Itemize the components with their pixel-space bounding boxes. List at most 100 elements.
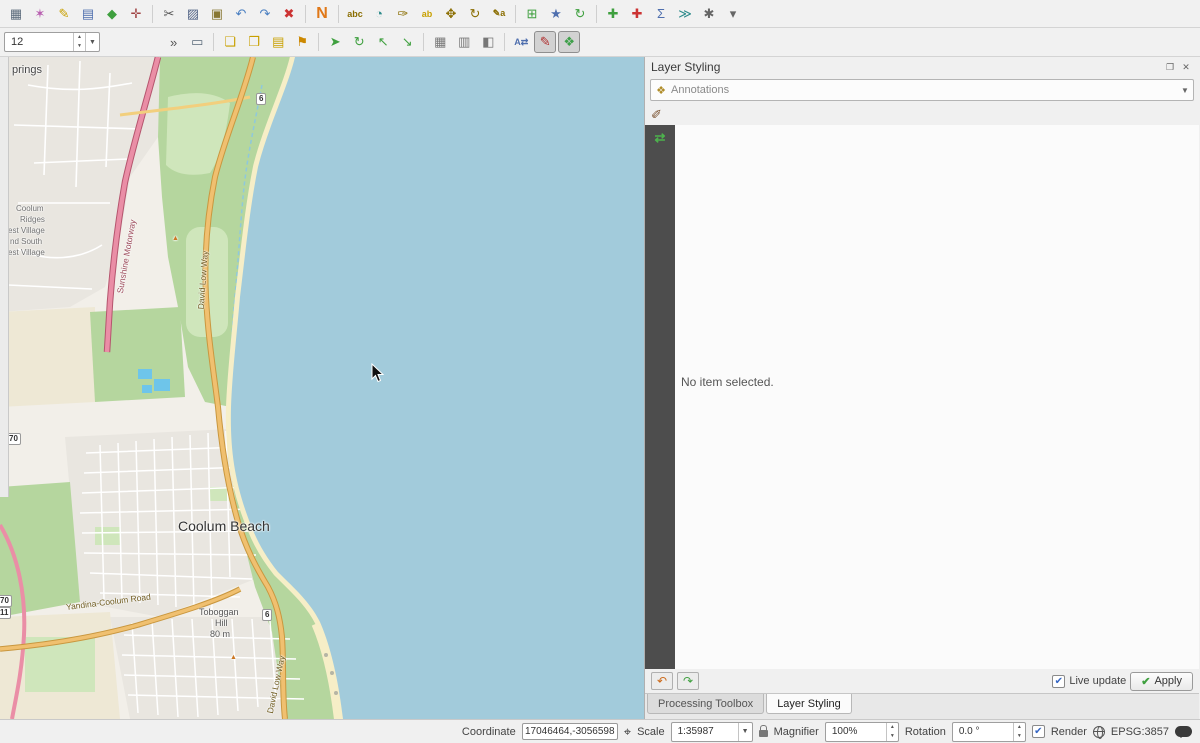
main-toolbar: ▦ ✶ ✎ ▤ ◆ ✛ ✂ ▨ ▣ ↶ ↷ ✖ N [0, 0, 1200, 28]
cut-features-icon[interactable]: ✂ [158, 3, 180, 25]
select-annotation-icon[interactable]: ▭ [186, 31, 208, 53]
styling-tool-strip: ⇄ [645, 125, 675, 669]
marker-annotation-icon[interactable]: ⚑ [291, 31, 313, 53]
float-panel-icon[interactable]: ❐ [1163, 62, 1177, 73]
separator [338, 5, 339, 23]
route-shield: 6 [262, 609, 272, 621]
new-bookmark-icon[interactable]: ★ [545, 3, 567, 25]
crs-status-button[interactable]: EPSG:3857 [1111, 726, 1169, 738]
spin-arrows-icon[interactable]: ▲▼ [886, 723, 898, 741]
redo-icon: ↷ [683, 674, 693, 688]
annotations-toolbar: 12 ▲▼ ▼ » ▭ ❏ ❒ ▤ ⚑ ➤ ↻ [0, 28, 1200, 57]
snapping-icon[interactable]: ✶ [29, 3, 51, 25]
save-edits-icon[interactable]: ▤ [77, 3, 99, 25]
coordinate-input[interactable]: 17046464,-3056598 [522, 723, 618, 740]
toolbox-icon[interactable]: ✱ [698, 3, 720, 25]
add-feature-icon[interactable]: ✚ [602, 3, 624, 25]
rotate-label-icon[interactable]: ↻ [464, 3, 486, 25]
toggle-editing-icon[interactable]: ✎ [53, 3, 75, 25]
spin-arrows-icon[interactable]: ▲▼ [1013, 723, 1025, 741]
qgis-window: ▦ ✶ ✎ ▤ ◆ ✛ ✂ ▨ ▣ ↶ ↷ ✖ N [0, 0, 1200, 743]
dock-tab[interactable]: Processing Toolbox [647, 694, 764, 714]
route-shield: 6 [256, 93, 266, 105]
redo-style-button[interactable]: ↷ [677, 672, 699, 690]
rotation-spinbox[interactable]: 0.0 ° ▲▼ [952, 722, 1026, 742]
rotation-label: Rotation [905, 726, 946, 738]
layer-select-combo[interactable]: ❖ Annotations ▼ [650, 79, 1194, 101]
value-spinbox[interactable]: 12 ▲▼ ▼ [4, 32, 100, 52]
annotation-toggle-1-icon[interactable]: ✎ [534, 31, 556, 53]
vertex-tool-icon[interactable]: ✛ [125, 3, 147, 25]
raster-contrast-icon[interactable]: ◧ [477, 31, 499, 53]
node-annotation-icon[interactable]: ↖ [372, 31, 394, 53]
digitize-icon[interactable]: ◆ [101, 3, 123, 25]
toolbar-overflow-icon[interactable]: ▾ [722, 3, 744, 25]
dock-tab[interactable]: Layer Styling [766, 694, 852, 714]
new-annotation-layer-icon[interactable]: ❏ [219, 31, 241, 53]
symbology-tab-icon[interactable]: ⇄ [655, 130, 666, 146]
status-bar: Coordinate 17046464,-3056598 ⌖ Scale 1:3… [0, 719, 1200, 743]
styling-content: No item selected. [675, 125, 1199, 669]
layer-diagram-icon[interactable]: ◔ [368, 3, 390, 25]
chevron-down-icon[interactable]: ▼ [85, 33, 99, 51]
statistics-icon[interactable]: Σ [650, 3, 672, 25]
copy-features-icon[interactable]: ▨ [182, 3, 204, 25]
refresh-icon[interactable]: ↻ [569, 3, 591, 25]
raster-stretch-icon[interactable]: ▦ [429, 31, 451, 53]
scale-annotation-icon[interactable]: ↘ [396, 31, 418, 53]
toolbar-overflow-chevrons[interactable]: » [170, 35, 177, 50]
live-update-checkbox[interactable]: ✔ [1052, 675, 1065, 688]
undo-icon[interactable]: ↶ [230, 3, 252, 25]
value-spinbox-value: 12 [5, 36, 73, 48]
map-label: 80 m [210, 630, 230, 639]
undo-icon: ↶ [657, 674, 667, 688]
separator [423, 33, 424, 51]
separator [305, 5, 306, 23]
collapsed-panel-strip[interactable] [0, 57, 9, 497]
lock-scale-icon[interactable] [759, 730, 768, 737]
raster-histogram-icon[interactable]: ▥ [453, 31, 475, 53]
north-shape-icon[interactable]: N [311, 3, 333, 25]
apply-button[interactable]: ✔ Apply [1130, 672, 1193, 691]
paste-features-icon[interactable]: ▣ [206, 3, 228, 25]
highlight-pinned-labels-icon[interactable]: ab [416, 3, 438, 25]
change-label-icon[interactable]: ✎a [488, 3, 510, 25]
apply-label: Apply [1154, 675, 1182, 687]
rotate-annotation-icon[interactable]: ↻ [348, 31, 370, 53]
new-map-view-icon[interactable]: ⊞ [521, 3, 543, 25]
map-canvas[interactable]: prings Coolum Ridges est Village nd Sout… [0, 57, 645, 719]
move-label-icon[interactable]: ✥ [440, 3, 462, 25]
current-edits-icon[interactable]: ▦ [5, 3, 27, 25]
separator [213, 33, 214, 51]
mouse-position-icon[interactable]: ⌖ [624, 724, 631, 740]
empty-selection-text: No item selected. [675, 375, 774, 389]
delete-feature-icon[interactable]: ✚ [626, 3, 648, 25]
rotation-value: 0.0 ° [953, 726, 1013, 737]
annotation-toggle-2-icon[interactable]: ❖ [558, 31, 580, 53]
undo-style-button[interactable]: ↶ [651, 672, 673, 690]
magnifier-spinbox[interactable]: 100% ▲▼ [825, 722, 899, 742]
map-marker-triangle: ▲ [172, 235, 179, 242]
spin-arrows-icon[interactable]: ▲▼ [73, 33, 85, 51]
chevron-down-icon[interactable]: ▼ [738, 723, 752, 741]
close-panel-icon[interactable]: ✕ [1179, 62, 1193, 73]
form-annotation-icon[interactable]: ▤ [267, 31, 289, 53]
delete-selected-icon[interactable]: ✖ [278, 3, 300, 25]
magnifier-label: Magnifier [774, 726, 819, 738]
crs-globe-icon[interactable] [1093, 726, 1105, 738]
text-annotation-icon[interactable]: ❒ [243, 31, 265, 53]
map-label: Hill [215, 619, 228, 628]
messages-icon[interactable] [1175, 726, 1192, 737]
render-checkbox[interactable]: ✔ [1032, 725, 1045, 738]
check-icon: ✔ [1141, 675, 1150, 688]
layer-labeling-icon[interactable]: abc [344, 3, 366, 25]
pin-labels-icon[interactable]: ✑ [392, 3, 414, 25]
layer-styling-panel: Layer Styling ❐ ✕ ❖ Annotations ▼ ✐ ⇄ No… [645, 57, 1199, 719]
text-direction-icon[interactable]: A⇄ [510, 31, 532, 53]
scale-combo[interactable]: 1:35987 ▼ [671, 722, 753, 742]
move-annotation-icon[interactable]: ➤ [324, 31, 346, 53]
separator [515, 5, 516, 23]
redo-icon[interactable]: ↷ [254, 3, 276, 25]
python-console-icon[interactable]: ≫ [674, 3, 696, 25]
chevron-down-icon[interactable]: ▼ [1177, 86, 1193, 95]
